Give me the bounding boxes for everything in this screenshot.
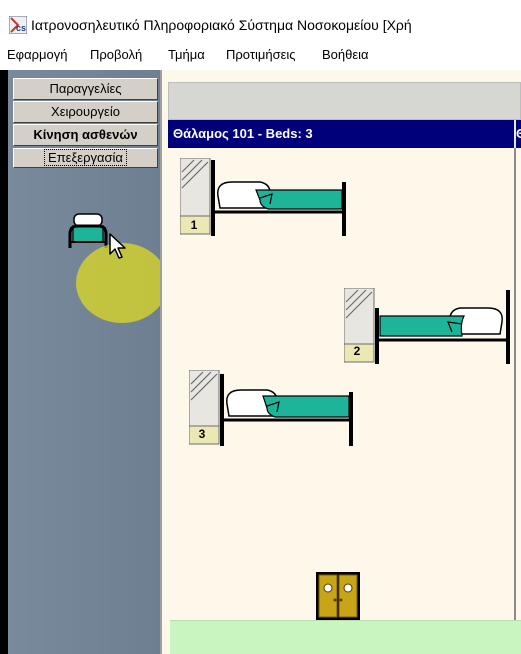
sidebar: Παραγγελίες Χειρουργείο Κίνηση ασθενών Ε… bbox=[8, 70, 160, 654]
svg-text:cs: cs bbox=[16, 23, 26, 33]
next-room-area bbox=[516, 148, 521, 620]
menu-item-preferences[interactable]: Προτιμήσεις bbox=[226, 47, 296, 62]
sidebar-button-label: Παραγγελίες bbox=[49, 81, 122, 96]
bed-number-2: 2 bbox=[353, 344, 361, 358]
sidebar-button-patient-movement[interactable]: Κίνηση ασθενών bbox=[13, 124, 158, 146]
sidebar-button-label: Επεξεργασία bbox=[44, 149, 127, 166]
mouse-cursor-icon bbox=[109, 233, 126, 259]
bed-1[interactable] bbox=[180, 158, 352, 236]
sidebar-button-surgery[interactable]: Χειρουργείο bbox=[13, 101, 158, 123]
menu-bar: Εφαρμογή Προβολή Τμήμα Προτιμήσεις Βοήθε… bbox=[0, 40, 521, 70]
footer-bar bbox=[170, 620, 521, 654]
next-room-header: Θ bbox=[514, 120, 521, 148]
sidebar-button-label: Κίνηση ασθενών bbox=[33, 127, 138, 142]
bed-number-1: 1 bbox=[190, 218, 198, 232]
menu-item-help[interactable]: Βοήθεια bbox=[322, 47, 369, 62]
bed-number-3: 3 bbox=[198, 427, 206, 441]
sidebar-button-orders[interactable]: Παραγγελίες bbox=[13, 78, 158, 100]
menu-item-department[interactable]: Τμήμα bbox=[168, 47, 205, 62]
menu-item-application[interactable]: Εφαρμογή bbox=[7, 47, 67, 62]
window-title: Ιατρονοσηλευτικό Πληροφοριακό Σύστημα Νο… bbox=[31, 17, 412, 33]
sidebar-button-edit[interactable]: Επεξεργασία bbox=[13, 148, 158, 168]
bed-3[interactable] bbox=[189, 370, 357, 448]
door-icon[interactable] bbox=[316, 572, 360, 620]
menu-item-view[interactable]: Προβολή bbox=[90, 47, 142, 62]
title-bar: cs Ιατρονοσηλευτικό Πληροφοριακό Σύστημα… bbox=[0, 0, 521, 40]
bed-2[interactable] bbox=[344, 288, 514, 364]
app-logo-icon: cs bbox=[9, 16, 27, 34]
sidebar-button-label: Χειρουργείο bbox=[51, 104, 120, 119]
room-header: Θάλαμος 101 - Beds: 3 bbox=[168, 120, 514, 148]
toolbar-strip bbox=[168, 82, 521, 120]
window-left-border bbox=[0, 70, 8, 654]
